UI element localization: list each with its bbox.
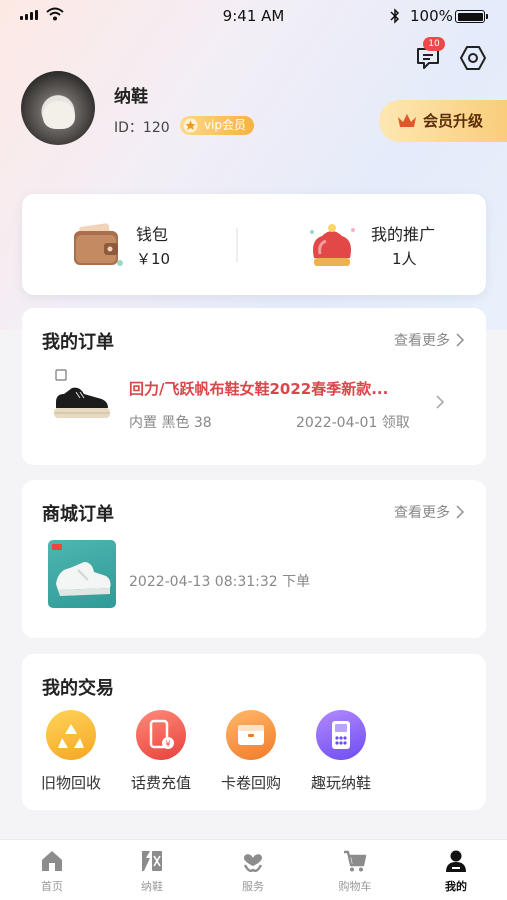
wallet-icon[interactable] — [70, 219, 126, 271]
my-orders-title: 我的订单 — [42, 332, 114, 353]
wallet-label: 钱包 — [136, 225, 169, 244]
battery-icon — [455, 10, 488, 23]
message-count-badge: 10 — [423, 37, 445, 51]
tab-bar: 首页 纳鞋 服务 购物车 我的 — [0, 839, 507, 900]
tab-label: 纳鞋 — [141, 880, 163, 893]
trade-label: 趣玩纳鞋 — [310, 774, 371, 792]
home-icon — [42, 851, 62, 871]
my-trades-title: 我的交易 — [42, 678, 114, 699]
tab-label: 首页 — [41, 880, 63, 893]
wallet-balance: ￥10 — [136, 250, 171, 268]
trade-label: 卡卷回购 — [220, 774, 281, 792]
chevron-right-icon — [456, 333, 465, 347]
member-upgrade-button[interactable]: 会员升级 — [379, 100, 507, 142]
my-orders-more-link[interactable]: 查看更多 — [394, 330, 466, 350]
mall-orders-more-link[interactable]: 查看更多 — [394, 502, 466, 522]
wallet-card: 钱包 ￥10 我的推广 1人 — [22, 194, 486, 295]
card-wallet-icon — [226, 710, 276, 760]
trade-label: 旧物回收 — [40, 774, 101, 792]
mall-orders-title: 商城订单 — [42, 504, 114, 525]
mall-order-date: 2022-04-13 08:31:32 下单 — [129, 574, 311, 590]
order-date: 2022-04-01 领取 — [296, 415, 410, 431]
mall-product-thumbnail[interactable] — [48, 540, 116, 608]
more-label: 查看更多 — [394, 505, 450, 521]
bluetooth-icon — [390, 8, 400, 24]
trade-item-phone-recharge[interactable]: ¥ 话费充值 — [125, 710, 197, 793]
recycle-icon — [46, 710, 96, 760]
tab-home[interactable]: 首页 — [22, 848, 82, 894]
sneaker-image-icon — [52, 544, 111, 596]
service-heart-icon — [243, 854, 263, 873]
upgrade-label: 会员升级 — [423, 112, 484, 130]
promotion-count: 1人 — [392, 250, 417, 268]
promotion-crown-icon[interactable] — [304, 218, 360, 272]
my-trades-card: 我的交易 旧物回收 ¥ 话费充值 卡卷回购 趣玩纳鞋 — [22, 654, 486, 810]
crown-icon — [398, 114, 416, 127]
svg-text:¥: ¥ — [165, 740, 170, 749]
chevron-right-icon — [456, 505, 465, 519]
trade-label: 话费充值 — [130, 774, 191, 792]
tab-mine[interactable]: 我的 — [426, 848, 486, 894]
tab-service[interactable]: 服务 — [223, 848, 283, 894]
vip-label: vip会员 — [204, 118, 247, 132]
vip-star-icon — [183, 118, 198, 133]
status-bar: 9:41 AM 100% — [0, 0, 507, 32]
tab-naxie[interactable]: 纳鞋 — [122, 848, 182, 894]
avatar[interactable] — [21, 71, 95, 145]
user-icon — [446, 850, 466, 872]
cart-icon — [344, 850, 367, 872]
tab-cart[interactable]: 购物车 — [325, 848, 385, 894]
tab-label: 购物车 — [338, 880, 372, 893]
game-machine-icon — [316, 710, 366, 760]
order-spec: 内置 黑色 38 — [129, 415, 212, 431]
more-label: 查看更多 — [394, 333, 450, 349]
mall-orders-card: 商城订单 查看更多 2022-04-13 08:31:32 下单 — [22, 480, 486, 638]
product-thumbnail[interactable] — [50, 368, 112, 434]
phone-recharge-icon: ¥ — [136, 710, 186, 760]
vip-badge: vip会员 — [180, 116, 255, 135]
user-id: ID：120 — [114, 120, 170, 136]
chevron-right-icon[interactable] — [435, 394, 445, 410]
tab-label: 我的 — [445, 880, 467, 893]
divider — [236, 228, 238, 262]
tab-label: 服务 — [242, 880, 264, 893]
battery-percent: 100% — [410, 7, 453, 25]
username: 纳鞋 — [114, 87, 148, 107]
my-orders-card: 我的订单 查看更多 回力/飞跃帆布鞋女鞋2022春季新款... 内置 黑色 38… — [22, 308, 486, 465]
trade-item-recycle[interactable]: 旧物回收 — [35, 710, 107, 793]
promotion-label: 我的推广 — [371, 225, 436, 244]
settings-icon[interactable] — [459, 44, 487, 72]
naxie-logo-icon — [142, 851, 162, 871]
order-product-name[interactable]: 回力/飞跃帆布鞋女鞋2022春季新款... — [129, 378, 429, 399]
trade-item-fun-naxie[interactable]: 趣玩纳鞋 — [305, 710, 377, 793]
trade-item-card-buyback[interactable]: 卡卷回购 — [215, 710, 287, 793]
